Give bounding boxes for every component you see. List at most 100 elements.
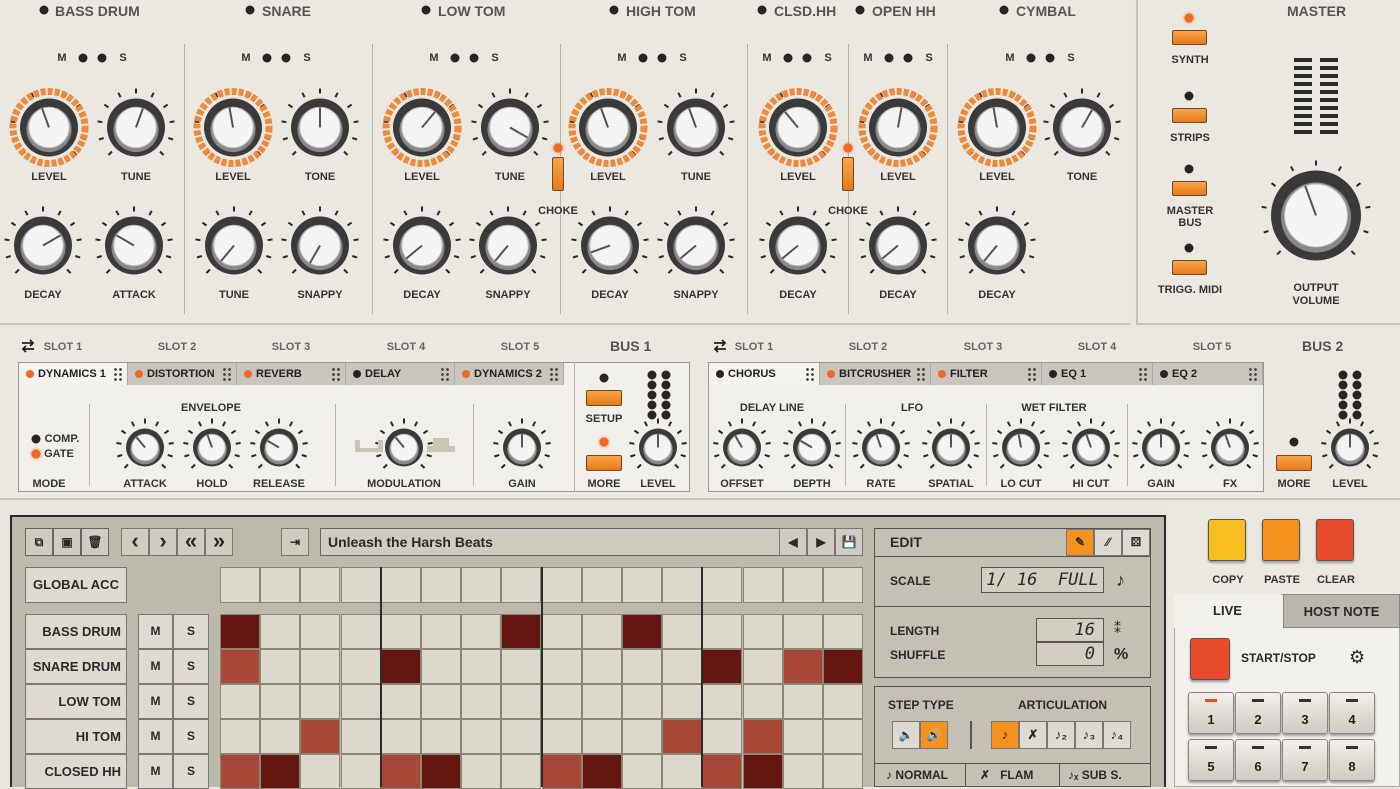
solo-led[interactable]: [97, 53, 107, 63]
speaker-loud-icon[interactable]: 🔊: [920, 721, 948, 749]
step-cell[interactable]: [461, 719, 502, 754]
step-cell[interactable]: [220, 649, 260, 684]
step-cell[interactable]: [581, 649, 622, 684]
instrument-led[interactable]: [245, 5, 255, 15]
fx-slot-led[interactable]: [353, 370, 361, 378]
mute-led[interactable]: [450, 53, 460, 63]
step-cell[interactable]: [622, 719, 662, 754]
step-cell[interactable]: [501, 614, 542, 649]
master-button[interactable]: [1172, 260, 1207, 275]
knob[interactable]: [757, 87, 839, 174]
sub2-icon[interactable]: ♪₂: [1047, 721, 1075, 749]
pattern-pad[interactable]: 3: [1282, 692, 1328, 734]
fx-slot-tab[interactable]: FILTER: [931, 363, 1042, 385]
knob[interactable]: [956, 205, 1038, 292]
step-cell[interactable]: [501, 649, 542, 684]
step-cell[interactable]: [622, 754, 662, 789]
sub4-icon[interactable]: ♪₄: [1103, 721, 1131, 749]
track-mute-button[interactable]: M: [138, 614, 173, 649]
step-cell[interactable]: [220, 719, 260, 754]
length-display[interactable]: 16: [1036, 618, 1104, 642]
solo-led[interactable]: [281, 53, 291, 63]
accent-step[interactable]: [702, 567, 743, 603]
mute-led[interactable]: [783, 53, 793, 63]
fx-slot-tab[interactable]: REVERB: [237, 363, 346, 385]
master-button[interactable]: [1172, 30, 1207, 45]
knob[interactable]: [920, 417, 982, 484]
solo-led[interactable]: [469, 53, 479, 63]
pattern-prev-icon[interactable]: ◀: [779, 528, 807, 556]
knob[interactable]: [469, 87, 551, 174]
knob[interactable]: [2, 205, 84, 292]
step-cell[interactable]: [702, 719, 743, 754]
step-cell[interactable]: [662, 754, 703, 789]
step-cell[interactable]: [702, 614, 743, 649]
step-cell[interactable]: [581, 754, 622, 789]
knob[interactable]: [1199, 417, 1261, 484]
accent-step[interactable]: [380, 567, 421, 603]
rewind-icon[interactable]: «: [177, 528, 205, 556]
pattern-pad[interactable]: 7: [1282, 739, 1328, 781]
step-cell[interactable]: [421, 649, 461, 684]
gate-led[interactable]: [31, 449, 41, 459]
accent-step[interactable]: [823, 567, 863, 603]
instrument-led[interactable]: [421, 5, 431, 15]
track-mute-button[interactable]: M: [138, 719, 173, 754]
step-cell[interactable]: [581, 614, 622, 649]
knob[interactable]: [567, 87, 649, 174]
accent-step[interactable]: [340, 567, 381, 603]
swap-icon[interactable]: [712, 339, 728, 353]
step-cell[interactable]: [380, 719, 421, 754]
step-cell[interactable]: [220, 754, 260, 789]
choke-switch[interactable]: [842, 157, 854, 191]
fx-slot-led[interactable]: [1160, 370, 1168, 378]
shuffle-display[interactable]: 0: [1036, 642, 1104, 666]
knob[interactable]: [990, 417, 1052, 484]
step-cell[interactable]: [501, 754, 542, 789]
knob[interactable]: [114, 417, 176, 484]
fx-slot-tab[interactable]: DELAY: [346, 363, 455, 385]
step-cell[interactable]: [260, 719, 301, 754]
clear-button[interactable]: [1316, 519, 1354, 561]
swap-icon[interactable]: [20, 339, 36, 353]
fx-slot-tab[interactable]: EQ 2: [1153, 363, 1263, 385]
step-cell[interactable]: [823, 754, 863, 789]
step-cell[interactable]: [461, 684, 502, 719]
tab-host-note[interactable]: HOST NOTE: [1283, 594, 1400, 628]
step-cell[interactable]: [340, 614, 381, 649]
step-cell[interactable]: [702, 684, 743, 719]
knob[interactable]: [850, 417, 912, 484]
accent-step[interactable]: [260, 567, 301, 603]
drag-handle-icon[interactable]: [549, 367, 559, 381]
copy-icon[interactable]: ⧉: [25, 528, 53, 556]
step-cell[interactable]: [421, 719, 461, 754]
trash-icon[interactable]: 🗑: [81, 528, 109, 556]
step-cell[interactable]: [421, 684, 461, 719]
accent-step[interactable]: [541, 567, 582, 603]
pencil-icon[interactable]: ✎: [1066, 529, 1094, 556]
track-mute-button[interactable]: M: [138, 684, 173, 719]
pattern-pad[interactable]: 8: [1329, 739, 1375, 781]
more-button[interactable]: [1276, 455, 1312, 471]
step-cell[interactable]: [260, 754, 301, 789]
mute-led[interactable]: [884, 53, 894, 63]
step-cell[interactable]: [300, 614, 341, 649]
step-cell[interactable]: [742, 684, 783, 719]
accent-step[interactable]: [220, 567, 260, 603]
step-cell[interactable]: [300, 754, 341, 789]
paste-button[interactable]: [1262, 519, 1300, 561]
flam-icon[interactable]: ✗: [1019, 721, 1047, 749]
accent-step[interactable]: [421, 567, 461, 603]
step-cell[interactable]: [541, 719, 582, 754]
comp-led[interactable]: [31, 434, 41, 444]
step-cell[interactable]: [541, 649, 582, 684]
mute-led[interactable]: [1026, 53, 1036, 63]
step-cell[interactable]: [461, 754, 502, 789]
knob[interactable]: [781, 417, 843, 484]
solo-led[interactable]: [802, 53, 812, 63]
fx-slot-led[interactable]: [827, 370, 835, 378]
accent-step[interactable]: [501, 567, 542, 603]
step-cell[interactable]: [380, 614, 421, 649]
step-cell[interactable]: [662, 649, 703, 684]
step-cell[interactable]: [501, 719, 542, 754]
